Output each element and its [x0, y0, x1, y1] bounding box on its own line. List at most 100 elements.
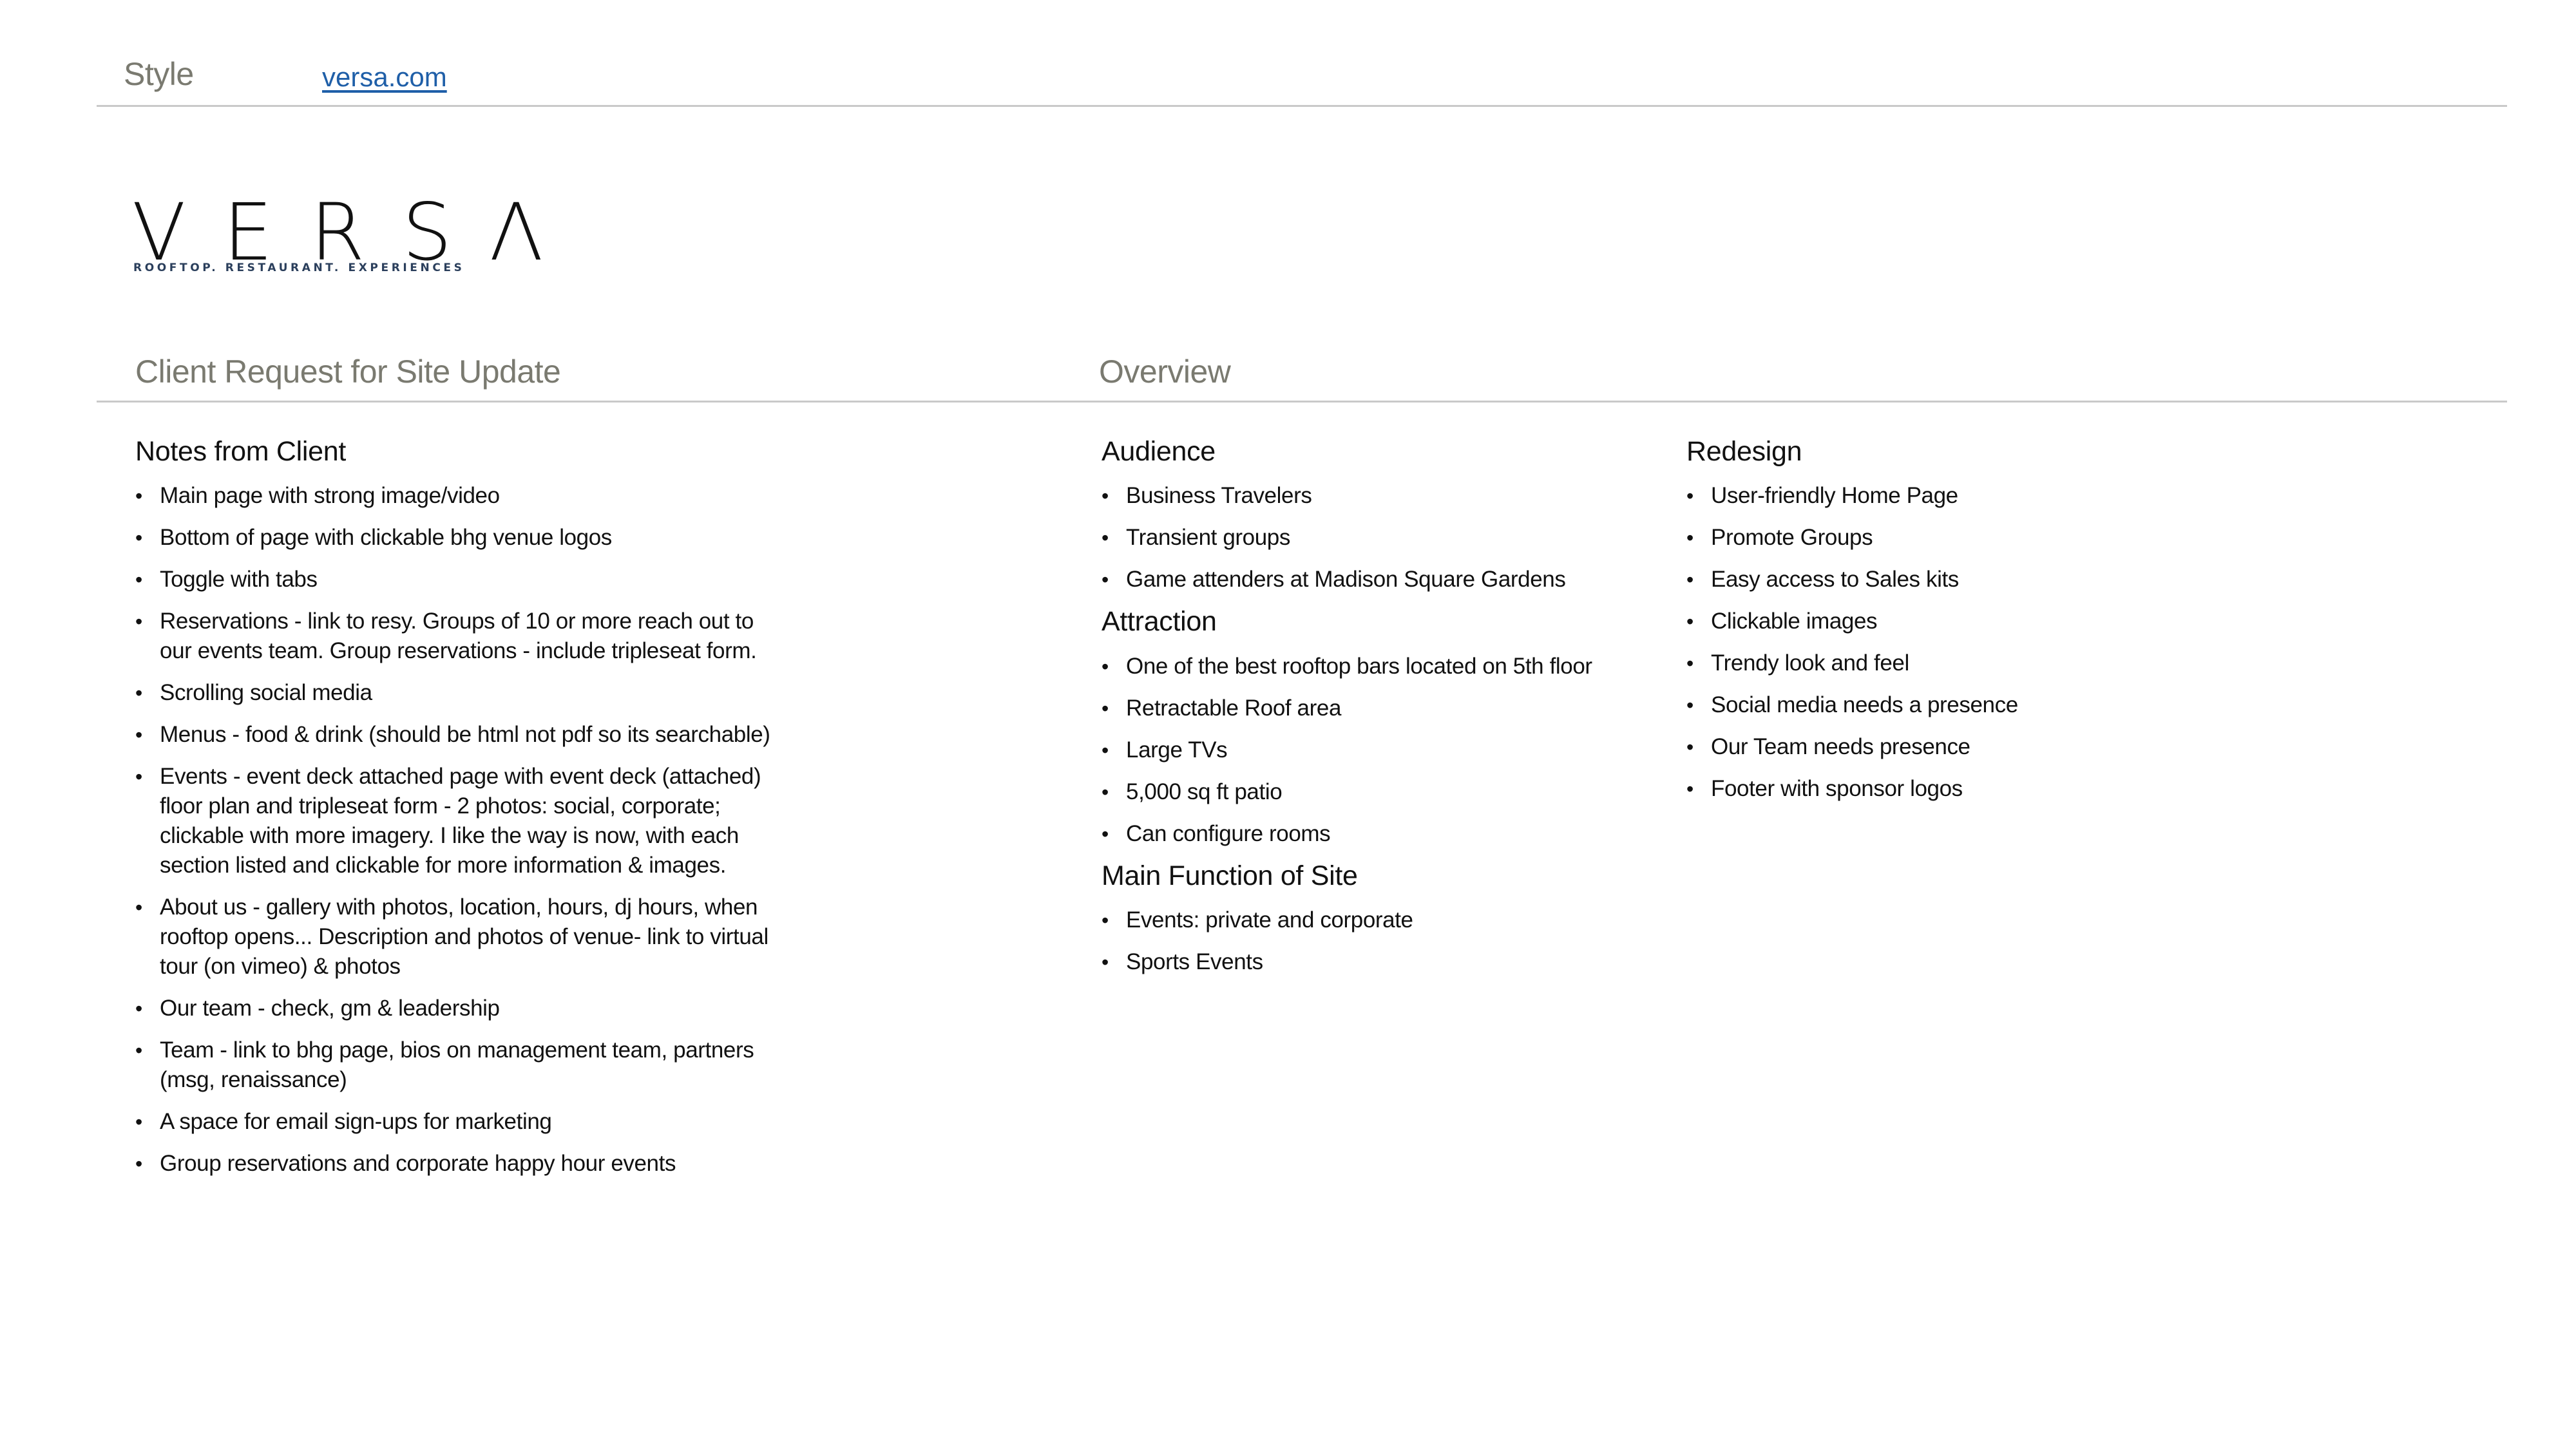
list-item-text: Sports Events: [1126, 949, 1263, 974]
list-item: • Retractable Roof area: [1102, 694, 1641, 723]
list-item-text: Can configure rooms: [1126, 820, 1331, 846]
style-label: Style: [124, 56, 194, 92]
main-function-heading: Main Function of Site: [1102, 860, 1358, 891]
bullet-icon: •: [135, 765, 142, 789]
bullet-icon: •: [135, 997, 142, 1021]
bullet-icon: •: [1686, 484, 1693, 508]
notes-heading: Notes from Client: [135, 436, 347, 467]
list-item-text: Events: private and corporate: [1126, 907, 1413, 933]
bullet-icon: •: [1102, 484, 1109, 508]
list-item-text: Menus - food & drink (should be html not…: [160, 722, 770, 748]
list-item-text: Reservations - link to resy. Groups of 1…: [160, 609, 757, 664]
list-item: • Our Team needs presence: [1686, 732, 2202, 762]
list-item: • 5,000 sq ft patio: [1102, 777, 1641, 807]
list-item-text: Toggle with tabs: [160, 567, 318, 592]
bullet-icon: •: [1102, 526, 1109, 550]
bullet-icon: •: [1686, 610, 1693, 634]
list-item: • One of the best rooftop bars located on…: [1102, 652, 1641, 681]
list-item: • Events - event deck attached page with …: [135, 762, 778, 880]
list-item-text: Business Travelers: [1126, 483, 1312, 509]
bullet-icon: •: [135, 723, 142, 747]
list-item: • Bottom of page with clickable bhg venue…: [135, 523, 778, 553]
list-item-text: Our team - check, gm & leadership: [160, 996, 500, 1021]
list-item-text: Group reservations and corporate happy h…: [160, 1151, 676, 1177]
list-item: • Scrolling social media: [135, 678, 778, 708]
list-item: • Toggle with tabs: [135, 565, 778, 594]
list-item: • Can configure rooms: [1102, 819, 1641, 849]
bullet-icon: •: [1102, 908, 1109, 932]
list-item-text: About us - gallery with photos, location…: [160, 895, 768, 980]
list-item-text: Social media needs a presence: [1711, 692, 2018, 718]
list-item-text: Scrolling social media: [160, 680, 372, 706]
section-title-overview: Overview: [1099, 354, 1231, 390]
header-divider: [97, 105, 2507, 107]
audience-heading: Audience: [1102, 436, 1216, 467]
list-item: • Business Travelers: [1102, 481, 1641, 511]
list-item-text: Main page with strong image/video: [160, 483, 500, 509]
list-item-text: Events - event deck attached page with e…: [160, 764, 761, 878]
bullet-icon: •: [135, 1039, 142, 1063]
bullet-icon: •: [1686, 526, 1693, 550]
bullet-icon: •: [135, 1152, 142, 1176]
overview-column: Audience • Business Travelers • Transient g…: [1102, 436, 1668, 989]
list-item: • User-friendly Home Page: [1686, 481, 2202, 511]
list-item: • Large TVs: [1102, 735, 1641, 765]
list-item: • About us - gallery with photos, locatio…: [135, 893, 778, 981]
list-item: • A space for email sign-ups for marketin…: [135, 1107, 778, 1137]
redesign-column: Redesign • User-friendly Home Page • Promot…: [1686, 436, 2202, 816]
list-item-text: Footer with sponsor logos: [1711, 776, 1963, 802]
bullet-icon: •: [1102, 780, 1109, 804]
list-item: • Events: private and corporate: [1102, 905, 1641, 935]
list-item: • Transient groups: [1102, 523, 1641, 553]
attraction-heading: Attraction: [1102, 606, 1217, 638]
list-item: • Easy access to Sales kits: [1686, 565, 2202, 594]
list-item-text: Easy access to Sales kits: [1711, 567, 1959, 592]
list-item: • Group reservations and corporate happy …: [135, 1149, 778, 1179]
list-item: • Our team - check, gm & leadership: [135, 994, 778, 1023]
list-item-text: Trendy look and feel: [1711, 650, 1909, 676]
bullet-icon: •: [1102, 738, 1109, 762]
list-item-text: Team - link to bhg page, bios on managem…: [160, 1037, 754, 1093]
bullet-icon: •: [135, 568, 142, 592]
list-item: • Sports Events: [1102, 947, 1641, 977]
redesign-list: • User-friendly Home Page • Promote Groups •…: [1686, 481, 2202, 804]
list-item-text: A space for email sign-ups for marketing: [160, 1109, 552, 1135]
audience-list: • Business Travelers • Transient groups • Gam…: [1102, 481, 1668, 594]
list-item: • Promote Groups: [1686, 523, 2202, 553]
logo-wordmark: VERSΛ: [132, 187, 581, 278]
list-item: • Footer with sponsor logos: [1686, 774, 2202, 804]
section-title-client-request: Client Request for Site Update: [135, 354, 561, 390]
list-item: • Menus - food & drink (should be html no…: [135, 720, 778, 750]
bullet-icon: •: [135, 610, 142, 634]
site-link[interactable]: versa.com: [322, 62, 447, 93]
list-item-text: Transient groups: [1126, 525, 1290, 551]
section-divider: [97, 401, 2507, 402]
bullet-icon: •: [1102, 654, 1109, 678]
logo-tagline: ROOFTOP. RESTAURANT. EXPERIENCES: [133, 261, 465, 274]
bullet-icon: •: [135, 1110, 142, 1134]
bullet-icon: •: [1686, 568, 1693, 592]
list-item-text: One of the best rooftop bars located on …: [1126, 653, 1592, 679]
bullet-icon: •: [135, 681, 142, 705]
bullet-icon: •: [1686, 777, 1693, 801]
versa-logo: VERSΛ ROOFTOP. RESTAURANT. EXPERIENCES: [132, 193, 543, 283]
list-item-text: Our Team needs presence: [1711, 734, 1970, 760]
bullet-icon: •: [1102, 950, 1109, 974]
bullet-icon: •: [1686, 735, 1693, 759]
list-item: • Reservations - link to resy. Groups of …: [135, 607, 778, 666]
bullet-icon: •: [1102, 568, 1109, 592]
main-function-list: • Events: private and corporate • Sports Ev…: [1102, 905, 1668, 977]
bullet-icon: •: [135, 896, 142, 920]
list-item-text: User-friendly Home Page: [1711, 483, 1958, 509]
bullet-icon: •: [135, 484, 142, 508]
bullet-icon: •: [1102, 822, 1109, 846]
list-item: • Trendy look and feel: [1686, 649, 2202, 678]
redesign-heading: Redesign: [1686, 436, 1802, 467]
list-item-text: Large TVs: [1126, 737, 1228, 762]
list-item-text: Retractable Roof area: [1126, 695, 1342, 721]
bullet-icon: •: [1686, 694, 1693, 717]
list-item-text: Game attenders at Madison Square Gardens: [1126, 567, 1566, 592]
list-item: • Clickable images: [1686, 607, 2202, 636]
notes-list: • Main page with strong image/video • Botto…: [135, 481, 779, 1179]
list-item: • Game attenders at Madison Square Garden…: [1102, 565, 1641, 594]
